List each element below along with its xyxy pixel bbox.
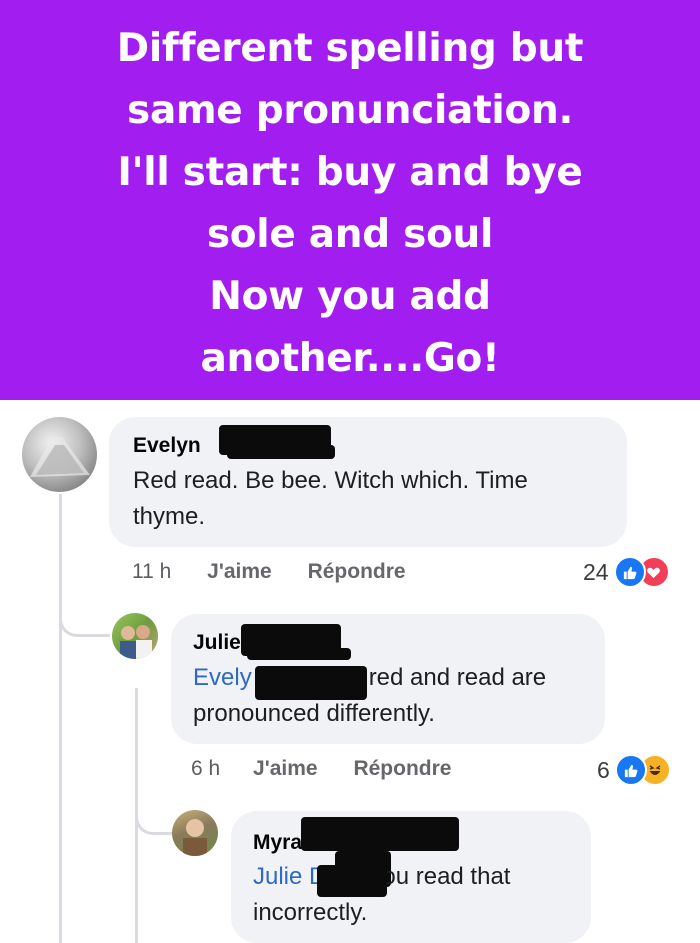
redaction-block	[317, 865, 387, 897]
reply-button[interactable]: Répondre	[308, 560, 406, 584]
like-icon	[614, 754, 647, 786]
post-text-line: another....Go!	[200, 336, 500, 381]
comment-text: Red read. Be bee. Witch which. Time thym…	[133, 467, 528, 530]
comment-time: 11 h	[132, 560, 172, 583]
comment-author[interactable]: Evelyn	[133, 434, 201, 458]
like-button[interactable]: J'aime	[207, 560, 272, 584]
like-button[interactable]: J'aime	[253, 757, 318, 781]
thread-connector	[59, 594, 110, 637]
avatar-image-icon	[30, 437, 90, 477]
comments-section: Evelyn Red read. Be bee. Witch which. Ti…	[0, 400, 700, 943]
comment-author[interactable]: Myra	[253, 831, 302, 855]
thread-connector	[135, 792, 174, 835]
post-text-line: sole and soul	[206, 212, 494, 257]
reaction-count: 6	[597, 756, 610, 783]
post-text-line: I'll start: buy and bye	[117, 150, 583, 195]
reaction-summary[interactable]: 24	[583, 556, 670, 588]
comment-bubble: Myra Julie Dyou read that incorrectly.	[231, 811, 591, 943]
avatar[interactable]	[172, 810, 218, 856]
post-text: Different spelling but same pronunciatio…	[0, 18, 700, 390]
redaction-block	[255, 666, 367, 700]
comment-actions: 6 h J'aime Répondre	[191, 757, 451, 781]
post-text-line: Different spelling but	[116, 26, 584, 71]
reaction-count: 24	[583, 558, 609, 585]
comment-bubble: Julie Evely red and read are pronounced d…	[171, 614, 605, 744]
post-text-line: same pronunciation.	[127, 88, 573, 133]
mention-link[interactable]: Evely	[193, 664, 252, 691]
avatar-image-icon	[183, 819, 207, 856]
comment-bubble: Evelyn Red read. Be bee. Witch which. Ti…	[109, 417, 627, 547]
mention-link[interactable]: Julie D	[253, 863, 326, 890]
comment-time: 6 h	[191, 757, 221, 780]
comment-author[interactable]: Julie	[193, 631, 241, 655]
avatar[interactable]	[22, 417, 97, 492]
reply-button[interactable]: Répondre	[353, 757, 451, 781]
reaction-summary[interactable]: 6	[597, 754, 671, 786]
redaction-block	[247, 648, 351, 660]
avatar[interactable]	[112, 613, 158, 659]
redaction-block	[227, 445, 335, 459]
avatar-image-icon	[120, 625, 152, 659]
comment-text: Julie Dyou read that incorrectly.	[253, 863, 511, 926]
thread-line	[59, 494, 62, 943]
comment-text: Evely red and read are pronounced differe…	[193, 664, 547, 727]
like-icon	[613, 556, 646, 588]
post-text-line: Now you add	[209, 274, 491, 319]
post-banner: Different spelling but same pronunciatio…	[0, 0, 700, 400]
comment-actions: 11 h J'aime Répondre	[132, 560, 406, 584]
redaction-block	[301, 817, 459, 851]
